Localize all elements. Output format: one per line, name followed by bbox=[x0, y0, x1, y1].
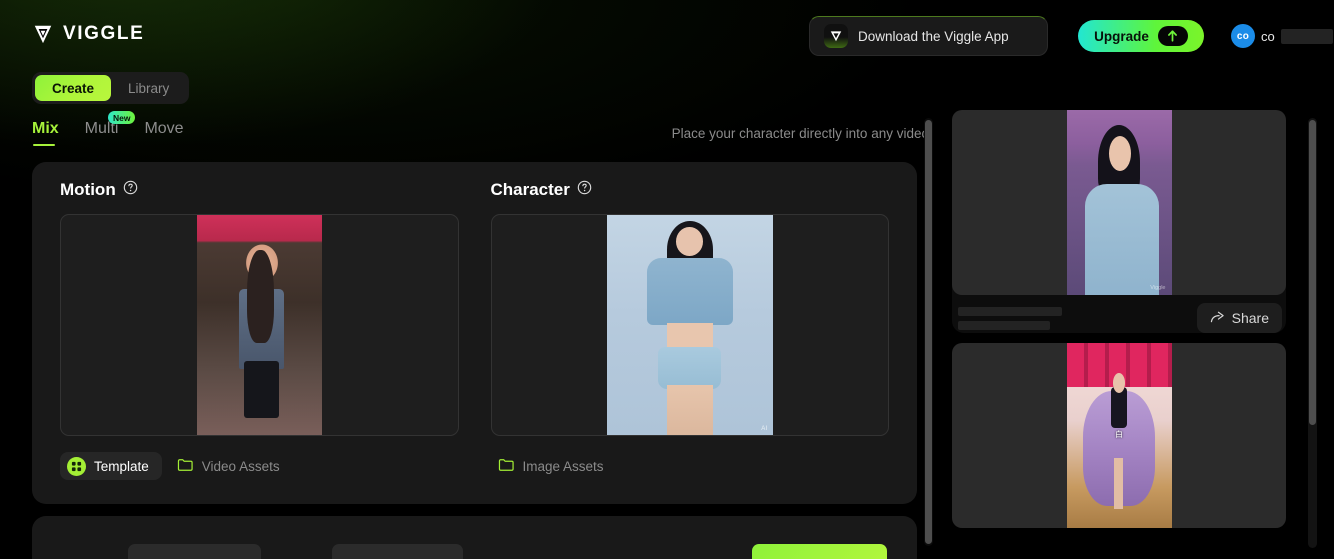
main-scrollbar-thumb[interactable] bbox=[925, 120, 932, 544]
character-figure-top bbox=[646, 258, 733, 325]
motion-column: Motion Template Video Assets bbox=[60, 180, 459, 480]
mix-input-panel: Motion Template Video Assets Character A… bbox=[32, 162, 917, 504]
result-figure-face bbox=[1108, 135, 1131, 172]
share-button[interactable]: Share bbox=[1196, 303, 1282, 333]
share-button-label: Share bbox=[1231, 310, 1269, 326]
motion-source-template-label: Template bbox=[94, 458, 149, 474]
character-figure-head bbox=[676, 227, 704, 257]
upgrade-label: Upgrade bbox=[1094, 28, 1149, 44]
mode-tabs: Mix Multi New Move bbox=[32, 111, 184, 146]
character-image-thumbnail: AI bbox=[606, 215, 773, 435]
up-arrow-icon bbox=[1157, 26, 1188, 46]
avatar: co bbox=[1231, 24, 1255, 48]
grid-icon bbox=[67, 456, 86, 476]
result-thumbnail: 白 bbox=[1066, 343, 1172, 528]
character-source-image-assets-label: Image Assets bbox=[522, 458, 604, 474]
result-thumbnail-art: 白 bbox=[1066, 343, 1172, 528]
download-app-label: Download the Viggle App bbox=[858, 28, 1009, 44]
app-header: VIGGLE Download the Viggle App Upgrade c… bbox=[0, 0, 1334, 72]
result-card: Viggle Share bbox=[952, 110, 1286, 333]
result-thumbnail: Viggle bbox=[1066, 110, 1172, 295]
tab-move[interactable]: Move bbox=[144, 120, 183, 146]
character-figure-legs bbox=[666, 384, 713, 435]
result-video-preview[interactable]: 白 bbox=[952, 343, 1286, 528]
character-source-image-assets[interactable]: Image Assets bbox=[491, 452, 617, 480]
tab-move-label: Move bbox=[144, 120, 184, 137]
account-menu[interactable]: co co bbox=[1231, 24, 1333, 48]
character-header: Character bbox=[491, 180, 890, 200]
motion-source-row: Template Video Assets bbox=[60, 452, 459, 480]
share-arrow-icon bbox=[1210, 310, 1225, 327]
motion-header: Motion bbox=[60, 180, 459, 200]
sidebar-scrollbar-thumb[interactable] bbox=[1309, 120, 1316, 425]
folder-icon bbox=[498, 457, 515, 475]
result-overlay-caption: 白 bbox=[1114, 429, 1123, 439]
account-name: co bbox=[1261, 28, 1275, 44]
new-badge: New bbox=[107, 111, 136, 125]
settings-panel bbox=[32, 516, 917, 559]
result-card: 白 bbox=[952, 343, 1286, 528]
results-sidebar: Viggle Share 白 bbox=[952, 110, 1302, 559]
result-card-footer: Share bbox=[952, 295, 1286, 333]
character-source-row: Image Assets bbox=[491, 452, 890, 480]
viggle-v-mark-icon bbox=[32, 23, 54, 45]
result-figure-body bbox=[1110, 387, 1128, 429]
main-content-scroll-area: Motion Template Video Assets Character A… bbox=[32, 162, 934, 559]
settings-control-2[interactable] bbox=[332, 544, 463, 559]
account-name-redaction bbox=[1280, 28, 1333, 44]
result-video-preview[interactable]: Viggle bbox=[952, 110, 1286, 295]
result-figure-legs bbox=[1113, 457, 1124, 510]
result-meta-line-2 bbox=[958, 320, 1050, 330]
character-column: Character AI Image Assets bbox=[490, 180, 890, 480]
download-app-button[interactable]: Download the Viggle App bbox=[809, 16, 1048, 56]
motion-video-thumbnail bbox=[196, 215, 322, 435]
result-watermark: Viggle bbox=[1150, 285, 1166, 291]
character-thumbnail-art: AI bbox=[606, 215, 773, 435]
question-circle-icon[interactable] bbox=[123, 180, 138, 200]
brand-name: VIGGLE bbox=[63, 23, 145, 44]
mode-button-library[interactable]: Library bbox=[111, 75, 186, 101]
viggle-app-window: VIGGLE Download the Viggle App Upgrade c… bbox=[0, 0, 1334, 559]
folder-icon bbox=[177, 457, 194, 475]
result-figure-head bbox=[1112, 372, 1126, 393]
tagline: Place your character directly into any v… bbox=[671, 126, 929, 141]
motion-title: Motion bbox=[60, 180, 116, 199]
character-dropzone[interactable]: AI bbox=[490, 214, 889, 436]
tab-multi[interactable]: Multi New bbox=[85, 111, 136, 146]
result-meta-line-1 bbox=[958, 306, 1062, 316]
motion-dropzone[interactable] bbox=[60, 214, 459, 436]
mode-button-create[interactable]: Create bbox=[35, 75, 112, 101]
character-title: Character bbox=[490, 180, 570, 199]
viggle-app-icon bbox=[824, 24, 848, 48]
brand-logo[interactable]: VIGGLE bbox=[32, 23, 144, 45]
tab-mix[interactable]: Mix bbox=[32, 120, 59, 146]
motion-source-video-assets-label: Video Assets bbox=[201, 458, 280, 474]
generate-button[interactable] bbox=[752, 544, 887, 559]
result-meta-redaction bbox=[958, 306, 1062, 330]
motion-source-video-assets[interactable]: Video Assets bbox=[170, 452, 293, 480]
character-figure-shorts bbox=[658, 347, 722, 390]
settings-control-1[interactable] bbox=[128, 544, 261, 559]
upgrade-button[interactable]: Upgrade bbox=[1078, 20, 1204, 52]
result-figure-top bbox=[1085, 184, 1159, 295]
mode-toggle: Create Library bbox=[32, 72, 190, 104]
question-circle-icon[interactable] bbox=[577, 180, 592, 200]
motion-source-template[interactable]: Template bbox=[60, 452, 162, 480]
tab-mix-label: Mix bbox=[32, 120, 59, 137]
motion-thumbnail-figure bbox=[246, 249, 275, 343]
result-thumbnail-art: Viggle bbox=[1066, 110, 1172, 295]
character-watermark: AI bbox=[761, 426, 768, 432]
